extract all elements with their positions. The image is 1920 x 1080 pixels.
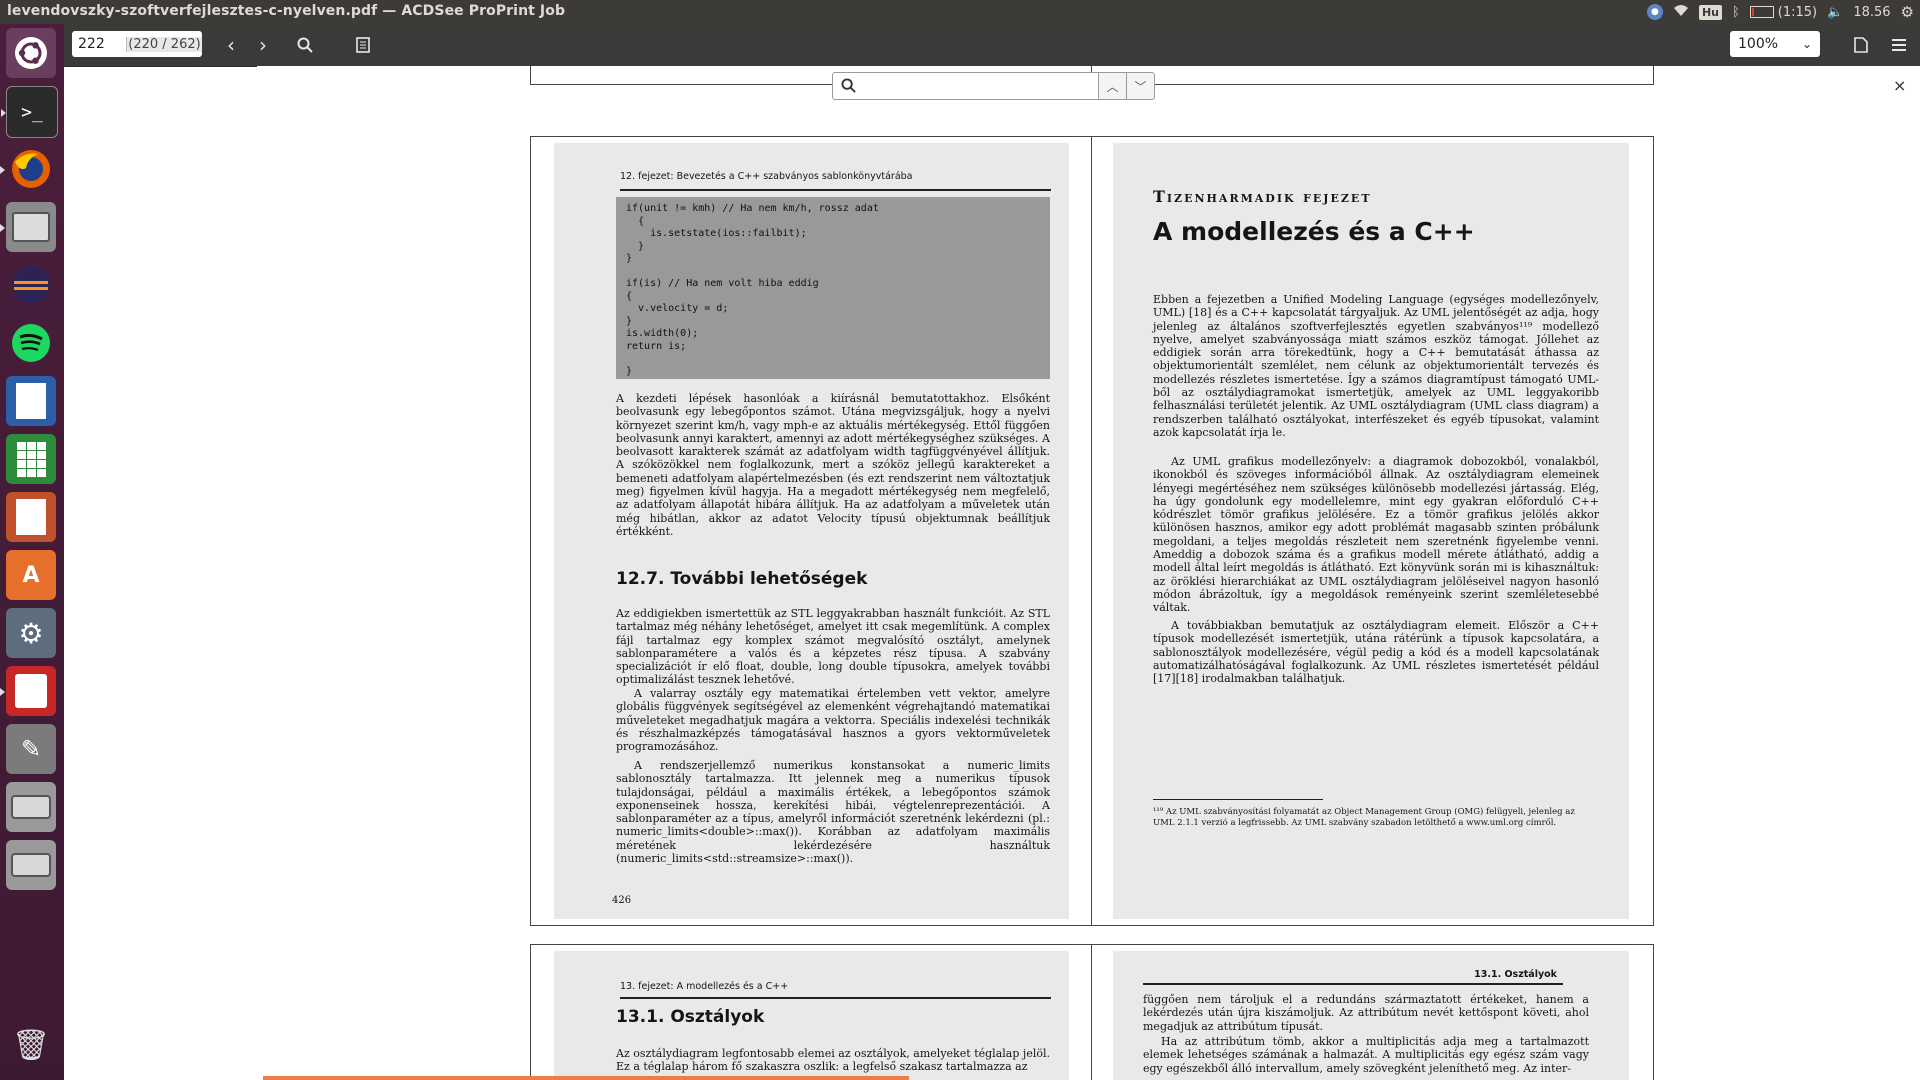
wifi-icon[interactable] <box>1673 3 1689 21</box>
eclipse-icon[interactable] <box>6 260 56 310</box>
search-icon <box>841 78 856 93</box>
loading-progress-bar <box>263 1076 909 1080</box>
sidebar-icon <box>356 37 370 53</box>
document-properties-button[interactable] <box>1846 31 1876 59</box>
page-selector: (220 / 262) <box>72 31 202 57</box>
spread-divider <box>1091 945 1092 1080</box>
trash-icon[interactable]: 🗑 <box>6 1020 56 1070</box>
chevron-down-icon: ﹀ <box>1134 79 1147 94</box>
page-428: 13. fejezet: A modellezés és a C++ 13.1.… <box>554 951 1069 1080</box>
system-settings-icon[interactable]: ⚙ <box>6 608 56 658</box>
text-editor-icon[interactable]: ✎ <box>6 724 56 774</box>
chevron-left-icon: ‹ <box>227 33 235 57</box>
search-icon <box>297 37 313 53</box>
search-field <box>832 72 1100 100</box>
window-title: levendovszky-szoftverfejlesztes-c-nyelve… <box>7 3 566 19</box>
chevron-right-icon: › <box>259 33 267 57</box>
launcher: >_ A ⚙ ✎ 🗑 <box>0 24 64 1080</box>
paragraph: Az eddigiekben ismertettük az STL leggya… <box>616 607 1050 687</box>
battery-level <box>1751 8 1754 16</box>
next-page-button[interactable]: › <box>248 31 278 59</box>
disk-drive-icon[interactable] <box>6 840 56 890</box>
files-icon[interactable] <box>0 202 56 252</box>
find-next-button[interactable]: ﹀ <box>1126 72 1155 100</box>
page-number-input[interactable] <box>72 36 126 52</box>
paragraph: A továbbiakban bemutatjuk az osztálydiag… <box>1153 619 1599 686</box>
libreoffice-impress-icon[interactable] <box>6 492 56 542</box>
hamburger-menu-icon <box>1892 39 1906 51</box>
page-427: Tizenharmadik fejezet A modellezés és a … <box>1113 143 1629 919</box>
firefox-icon[interactable] <box>0 144 56 194</box>
page-count: (220 / 262) <box>126 36 202 52</box>
side-pane-button[interactable] <box>348 31 378 59</box>
chat-icon[interactable]: ● <box>1646 4 1663 20</box>
close-icon: × <box>1893 76 1907 95</box>
document-viewer-icon[interactable] <box>0 666 56 716</box>
find-bar: ︿ ﹀ <box>832 72 1155 100</box>
paragraph: A rendszerjellemző numerikus konstansoka… <box>616 759 1050 866</box>
page-number: 426 <box>612 895 632 906</box>
find-previous-button[interactable]: ︿ <box>1098 72 1127 100</box>
paragraph: Ha az attribútum tömb, akkor a multiplic… <box>1143 1035 1589 1075</box>
chevron-up-icon: ︿ <box>1106 79 1119 94</box>
keyboard-layout-indicator[interactable]: Hu <box>1698 4 1722 20</box>
section-heading: 12.7. További lehetőségek <box>616 569 868 589</box>
page-429: 13.1. Osztályok függően nem tároljuk el … <box>1113 951 1629 1080</box>
paragraph: A kezdeti lépések hasonlóak a kiírásnál … <box>616 392 1050 538</box>
libreoffice-writer-icon[interactable] <box>6 376 56 426</box>
document-view[interactable]: 12. fejezet: Bevezetés a C++ szabványos … <box>257 66 1920 1080</box>
previous-page-button[interactable]: ‹ <box>216 31 246 59</box>
chapter-kicker: Tizenharmadik fejezet <box>1153 187 1372 206</box>
footnote-rule <box>1153 799 1323 800</box>
document-icon <box>1854 37 1868 53</box>
spotify-icon[interactable] <box>6 318 56 368</box>
spread-divider <box>1091 137 1092 925</box>
find-button[interactable] <box>290 31 320 59</box>
disk-drive-icon[interactable] <box>6 782 56 832</box>
header-rule <box>620 997 1051 999</box>
chevron-down-icon: ⌄ <box>1801 37 1812 51</box>
chapter-title: A modellezés és a C++ <box>1153 217 1475 246</box>
ubuntu-dash-icon[interactable] <box>6 28 56 78</box>
menu-button[interactable] <box>1884 31 1914 59</box>
next-spread: 13. fejezet: A modellezés és a C++ 13.1.… <box>530 944 1654 1080</box>
paragraph: Az UML grafikus modellezőnyelv: a diagra… <box>1153 455 1599 615</box>
system-tray: ● Hu ᛒ (1:15) 🔈 18.56 ⚙ <box>1646 0 1914 24</box>
terminal-icon[interactable]: >_ <box>1 86 58 138</box>
volume-icon[interactable]: 🔈 <box>1827 5 1843 20</box>
top-panel: levendovszky-szoftverfejlesztes-c-nyelve… <box>0 0 1920 24</box>
zoom-value: 100% <box>1738 36 1779 52</box>
close-find-bar-button[interactable]: × <box>1893 76 1906 95</box>
clock[interactable]: 18.56 <box>1853 5 1890 20</box>
paragraph: Az osztálydiagram legfontosabb elemei az… <box>616 1047 1050 1074</box>
paragraph: A valarray osztály egy matematikai értel… <box>616 687 1050 754</box>
page-426: 12. fejezet: Bevezetés a C++ szabványos … <box>554 143 1069 919</box>
running-header: 12. fejezet: Bevezetés a C++ szabványos … <box>620 171 913 182</box>
header-rule <box>1143 983 1563 985</box>
running-header: 13.1. Osztályok <box>1474 969 1557 980</box>
viewer-toolbar: (220 / 262) ‹ › 100% ⌄ <box>64 24 1920 67</box>
side-pane <box>64 108 257 1080</box>
page-spread: 12. fejezet: Bevezetés a C++ szabványos … <box>530 136 1654 926</box>
zoom-select[interactable]: 100% ⌄ <box>1730 31 1820 57</box>
libreoffice-calc-icon[interactable] <box>6 434 56 484</box>
footnote: ¹¹⁹ Az UML szabványosítási folyamatát az… <box>1153 807 1575 828</box>
search-input[interactable] <box>861 76 1095 96</box>
code-block: if(unit != kmh) // Ha nem km/h, rossz ad… <box>616 197 1050 379</box>
battery-time: (1:15) <box>1777 4 1818 20</box>
running-header: 13. fejezet: A modellezés és a C++ <box>620 981 789 992</box>
settings-gear-icon[interactable]: ⚙ <box>1901 3 1914 21</box>
section-heading: 13.1. Osztályok <box>616 1007 765 1027</box>
bluetooth-icon[interactable]: ᛒ <box>1732 5 1740 20</box>
battery-icon <box>1749 6 1774 18</box>
battery-indicator[interactable]: (1:15) <box>1749 4 1818 20</box>
software-center-icon[interactable]: A <box>6 550 56 600</box>
header-rule <box>620 189 1051 191</box>
paragraph: Ebben a fejezetben a Unified Modeling La… <box>1153 293 1599 439</box>
paragraph: függően nem tároljuk el a redundáns szár… <box>1143 993 1589 1033</box>
